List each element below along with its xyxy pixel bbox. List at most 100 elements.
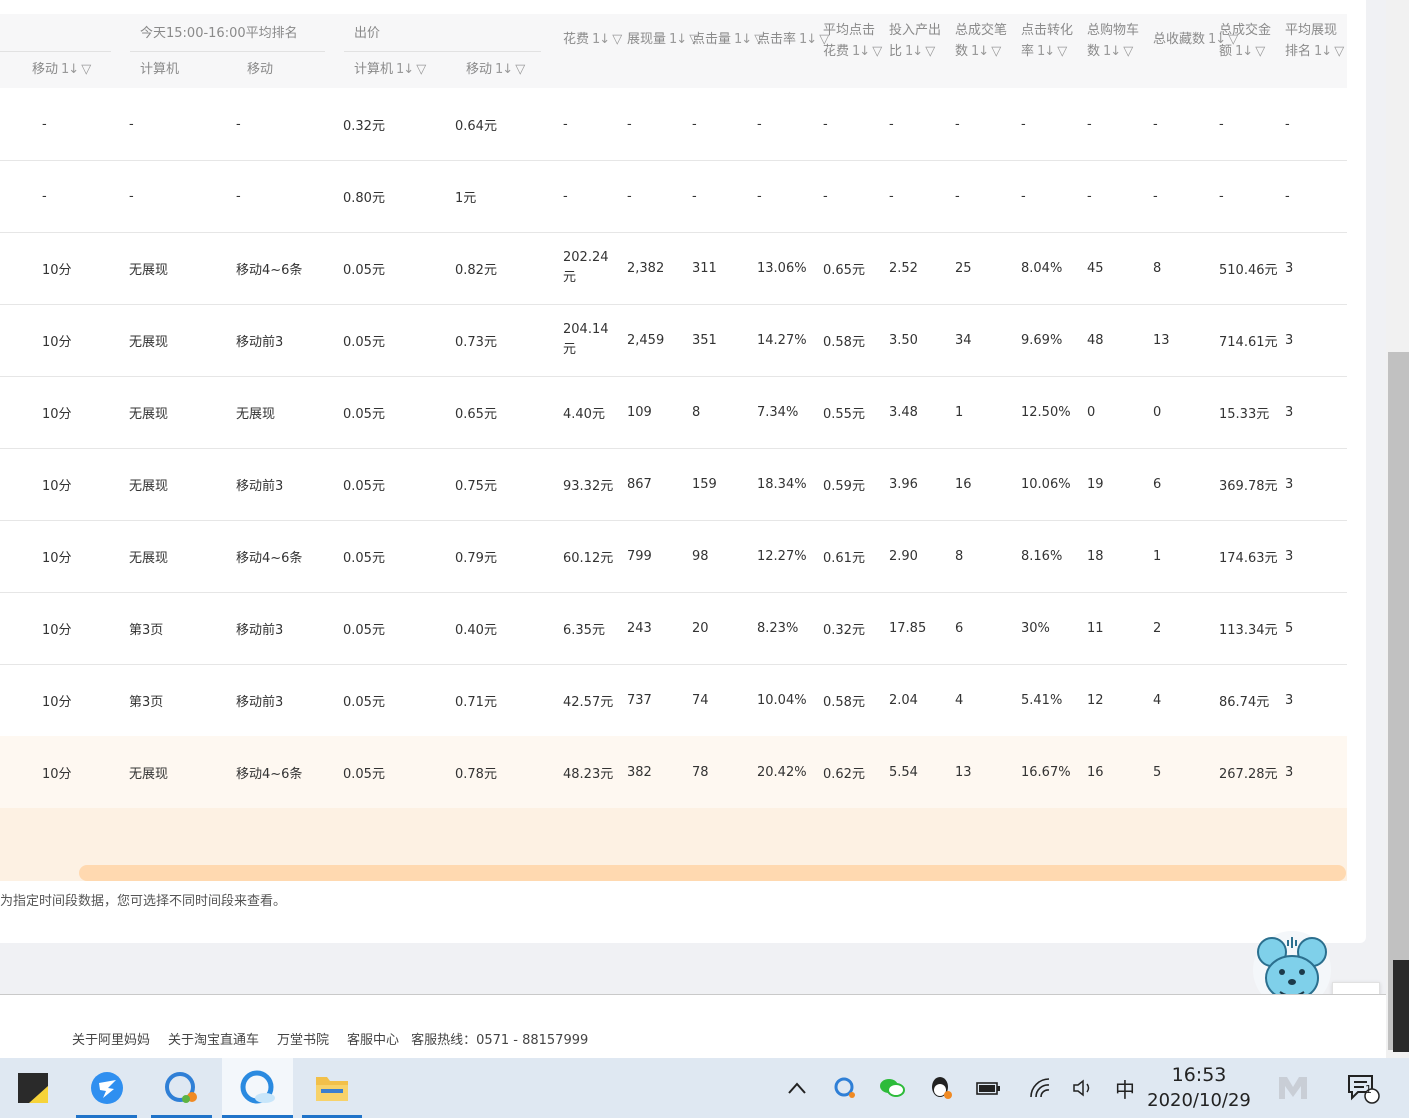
qq-icon[interactable] xyxy=(928,1074,954,1102)
clock-time: 16:53 xyxy=(1171,1064,1227,1086)
table-cell: 0.32元 xyxy=(343,118,385,134)
table-cell: 74 xyxy=(692,692,709,708)
header-metric[interactable]: 平均展现 排名 1↓ ▽ xyxy=(1285,20,1344,62)
filter-icon[interactable]: ▽ xyxy=(991,41,1001,62)
header-label: 展现量 xyxy=(627,32,667,47)
table-cell: 12.27% xyxy=(757,548,807,564)
header-metric[interactable]: 点击量 1↓ ▽ xyxy=(692,29,764,50)
table-cell: 无展现 xyxy=(236,406,276,422)
header-metric[interactable]: 花费 1↓ ▽ xyxy=(563,29,622,50)
header-metric[interactable]: 投入产出比 1↓ ▽ xyxy=(889,20,941,62)
battery-icon[interactable] xyxy=(975,1074,1003,1102)
sort-icon[interactable]: 1↓ xyxy=(1037,41,1055,62)
sort-icon[interactable]: 1↓ xyxy=(799,29,817,50)
table-row[interactable]: 10分 第3页 移动前3 0.05元 0.40元 6.35元 243 20 8.23% 0.32元… xyxy=(0,592,1347,665)
table-cell: - xyxy=(1219,188,1224,204)
sort-icon[interactable]: 1↓ xyxy=(396,62,414,77)
sort-icon[interactable]: 1↓ xyxy=(905,41,923,62)
header-mobile-prev[interactable]: 移动 1↓ ▽ xyxy=(32,59,91,80)
aliwangwang-tray-icon[interactable] xyxy=(832,1074,858,1102)
notification-center-icon[interactable]: 1 xyxy=(1344,1074,1384,1104)
volume-icon[interactable] xyxy=(1071,1074,1097,1102)
table-row[interactable]: 10分 无展现 移动前3 0.05元 0.73元 204.14元 2,459 351 14.27… xyxy=(0,304,1347,377)
sort-icon[interactable]: 1↓ xyxy=(971,41,989,62)
taskbar-app-aliwangwang[interactable] xyxy=(151,1058,212,1118)
footer-link-ztc[interactable]: 关于淘宝直通车 xyxy=(168,1033,259,1048)
taskbar-app-sticky[interactable] xyxy=(8,1058,58,1118)
page-scrollbar-thumb[interactable] xyxy=(1388,352,1409,1050)
m-app-icon[interactable] xyxy=(1276,1074,1310,1102)
table-cell: - xyxy=(1219,116,1224,132)
filter-icon[interactable]: ▽ xyxy=(81,62,91,77)
table-cell: 204.14元 xyxy=(563,322,609,357)
table-row[interactable]: 10分 无展现 移动4~6条 0.05元 0.79元 60.12元 799 98 12.27% 0… xyxy=(0,520,1347,593)
table-cell: 0.58元 xyxy=(823,694,865,710)
header-metric[interactable]: 总成交金额 1↓ ▽ xyxy=(1219,20,1271,62)
filter-icon[interactable]: ▽ xyxy=(416,62,426,77)
sort-icon[interactable]: 1↓ xyxy=(669,29,687,50)
taskbar-app-explorer[interactable] xyxy=(302,1058,362,1118)
table-cell: - xyxy=(1285,116,1290,132)
taskbar-app-browser[interactable] xyxy=(222,1058,293,1118)
filter-icon[interactable]: ▽ xyxy=(925,41,935,62)
table-cell: 8.23% xyxy=(757,620,799,636)
table-cell: - xyxy=(129,188,134,204)
table-cell: 98 xyxy=(692,548,709,564)
table-row[interactable]: 10分 无展现 无展现 0.05元 0.65元 4.40元 109 8 7.34% 0.55元 3.… xyxy=(0,376,1347,449)
header-metric[interactable]: 总成交笔数 1↓ ▽ xyxy=(955,20,1007,62)
filter-icon[interactable]: ▽ xyxy=(1123,41,1133,62)
table-cell: - xyxy=(563,188,568,204)
table-row[interactable]: 10分 无展现 移动前3 0.05元 0.75元 93.32元 867 159 18.34% 0.… xyxy=(0,448,1347,521)
table-row[interactable]: - - - 0.32元 0.64元 - - - - - - - - - - - - xyxy=(0,88,1347,161)
filter-icon[interactable]: ▽ xyxy=(1255,41,1265,62)
header-metric[interactable]: 总购物车数 1↓ ▽ xyxy=(1087,20,1139,62)
taskbar-app-dingtalk[interactable] xyxy=(76,1058,137,1118)
table-cell: 109 xyxy=(627,404,652,420)
header-metric[interactable]: 点击率 1↓ ▽ xyxy=(757,29,829,50)
horizontal-scrollbar-thumb[interactable] xyxy=(79,865,1346,881)
wechat-icon[interactable] xyxy=(878,1074,906,1102)
table-cell: 78 xyxy=(692,764,709,780)
header-bid-computer[interactable]: 计算机 1↓ ▽ xyxy=(354,59,426,80)
system-clock[interactable]: 16:53 2020/10/29 xyxy=(1140,1062,1258,1114)
table-row[interactable]: 10分 无展现 移动4~6条 0.05元 0.82元 202.24元 2,382 311 13.… xyxy=(0,232,1347,305)
table-cell: 0 xyxy=(1153,404,1162,420)
header-metric[interactable]: 展现量 1↓ ▽ xyxy=(627,29,699,50)
filter-icon[interactable]: ▽ xyxy=(872,41,882,62)
header-metric[interactable]: 点击转化率 1↓ ▽ xyxy=(1021,20,1073,62)
filter-icon[interactable]: ▽ xyxy=(612,29,622,50)
sort-icon[interactable]: 1↓ xyxy=(495,62,513,77)
filter-icon[interactable]: ▽ xyxy=(1334,41,1344,62)
table-cell: - xyxy=(1285,188,1290,204)
table-cell: 3.50 xyxy=(889,332,918,348)
table-cell: 0.05元 xyxy=(343,478,385,494)
sort-icon[interactable]: 1↓ xyxy=(61,62,79,77)
header-label: 点击转化 xyxy=(1021,23,1074,38)
ime-indicator[interactable]: 中 xyxy=(1110,1074,1140,1102)
table-row[interactable]: 10分 第3页 移动前3 0.05元 0.71元 42.57元 737 74 10.04% 0.5… xyxy=(0,664,1347,737)
filter-icon[interactable]: ▽ xyxy=(1057,41,1067,62)
header-bid-mobile[interactable]: 移动 1↓ ▽ xyxy=(466,59,525,80)
header-metric[interactable]: 平均点击 花费 1↓ ▽ xyxy=(823,20,882,62)
aliwangwang-icon xyxy=(164,1072,197,1103)
footer-link-alimama[interactable]: 关于阿里妈妈 xyxy=(72,1033,150,1048)
sort-icon[interactable]: 1↓ xyxy=(1235,41,1253,62)
sort-icon[interactable]: 1↓ xyxy=(592,29,610,50)
footer-link-service[interactable]: 客服中心 xyxy=(347,1033,399,1048)
chevron-up-icon[interactable] xyxy=(785,1074,809,1102)
table-row[interactable]: - - - 0.80元 1元 - - - - - - - - - - - - xyxy=(0,160,1347,233)
sort-icon[interactable]: 1↓ xyxy=(734,29,752,50)
table-cell: 8.16% xyxy=(1021,548,1063,564)
table-cell: 510.46元 xyxy=(1219,262,1278,278)
table-cell: 799 xyxy=(627,548,652,564)
sort-icon[interactable]: 1↓ xyxy=(1103,41,1121,62)
table-cell: - xyxy=(627,188,632,204)
table-cell: - xyxy=(955,188,960,204)
sort-icon[interactable]: 1↓ xyxy=(852,41,870,62)
table-row[interactable]: 10分 无展现 移动4~6条 0.05元 0.78元 48.23元 382 78 20.42% 0… xyxy=(0,736,1347,808)
wifi-icon[interactable] xyxy=(1027,1074,1053,1102)
table-cell: 10分 xyxy=(42,478,72,494)
footer-link-wantang[interactable]: 万堂书院 xyxy=(277,1033,329,1048)
sort-icon[interactable]: 1↓ xyxy=(1314,41,1332,62)
filter-icon[interactable]: ▽ xyxy=(515,62,525,77)
